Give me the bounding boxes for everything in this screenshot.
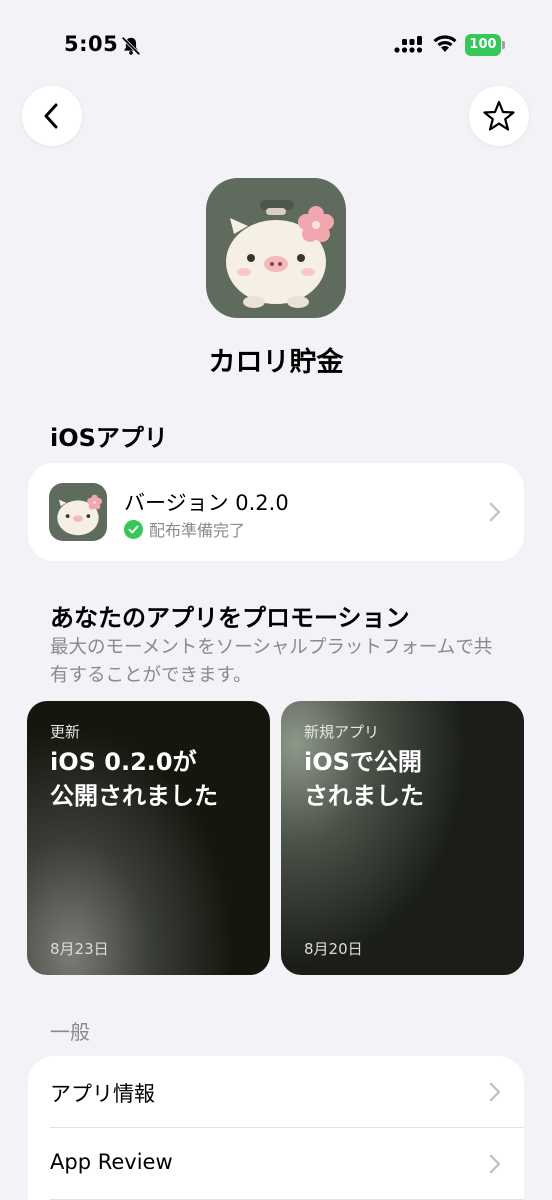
bell-slash-icon [121, 36, 141, 56]
signal-icon [394, 36, 423, 53]
battery-cap [502, 41, 505, 49]
battery-level: 100 [465, 34, 501, 56]
back-button[interactable] [22, 86, 82, 146]
list-item-label: App Review [50, 1150, 173, 1174]
promo-card-new-app[interactable]: 新規アプリ iOSで公開 されました 8月20日 [281, 701, 524, 975]
list-item-label: アプリ情報 [50, 1082, 155, 1106]
promo-headline-line2: 公開されました [50, 782, 218, 810]
version-card[interactable]: バージョン 0.2.0 配布準備完了 [28, 463, 524, 561]
general-list: アプリ情報 App Review [28, 1056, 524, 1200]
promo-headline: iOSで公開 されました [304, 745, 514, 813]
promo-date: 8月20日 [304, 940, 363, 958]
status-time: 5:05 [64, 32, 119, 56]
checkmark-icon [124, 519, 143, 539]
promo-tag: 更新 [50, 723, 81, 741]
piggy-bank-icon [226, 200, 334, 308]
app-icon [206, 178, 346, 318]
promo-card-update[interactable]: 更新 iOS 0.2.0が 公開されました 8月23日 [27, 701, 270, 975]
promo-date: 8月23日 [50, 940, 109, 958]
promo-headline-line2: されました [304, 782, 424, 810]
distribution-status: 配布準備完了 [124, 517, 245, 541]
app-detail-screen: 5:05 100 カロリ貯金 iOSアプリ バージョン 0.2.0 配布準備完了… [0, 0, 552, 1200]
general-section-title: 一般 [50, 1020, 90, 1044]
list-item-app-info[interactable]: アプリ情報 [28, 1056, 524, 1128]
chevron-right-icon [489, 1154, 501, 1174]
favorite-button[interactable] [469, 86, 529, 146]
promo-headline: iOS 0.2.0が 公開されました [50, 745, 260, 813]
app-icon-small [49, 483, 107, 541]
list-item-app-review[interactable]: App Review [28, 1128, 524, 1200]
wifi-icon [433, 35, 457, 52]
ios-section-title: iOSアプリ [50, 424, 168, 452]
piggy-bank-icon [57, 494, 103, 536]
promo-headline-line1: iOSで公開 [304, 748, 422, 776]
star-icon [483, 100, 515, 131]
status-text: 配布準備完了 [149, 521, 246, 540]
promotion-description: 最大のモーメントをソーシャルプラットフォームで共有することができます。 [50, 637, 493, 686]
promo-tag: 新規アプリ [304, 723, 380, 741]
version-label: バージョン 0.2.0 [124, 491, 289, 515]
back-chevron-icon [44, 103, 58, 129]
battery-icon: 100 [465, 34, 505, 56]
promotion-title: あなたのアプリをプロモーション [50, 604, 410, 632]
app-name: カロリ貯金 [208, 347, 344, 378]
promo-headline-line1: iOS 0.2.0が [50, 748, 197, 776]
status-bar: 5:05 100 [0, 0, 552, 90]
chevron-right-icon [489, 1082, 501, 1102]
chevron-right-icon [489, 502, 501, 522]
